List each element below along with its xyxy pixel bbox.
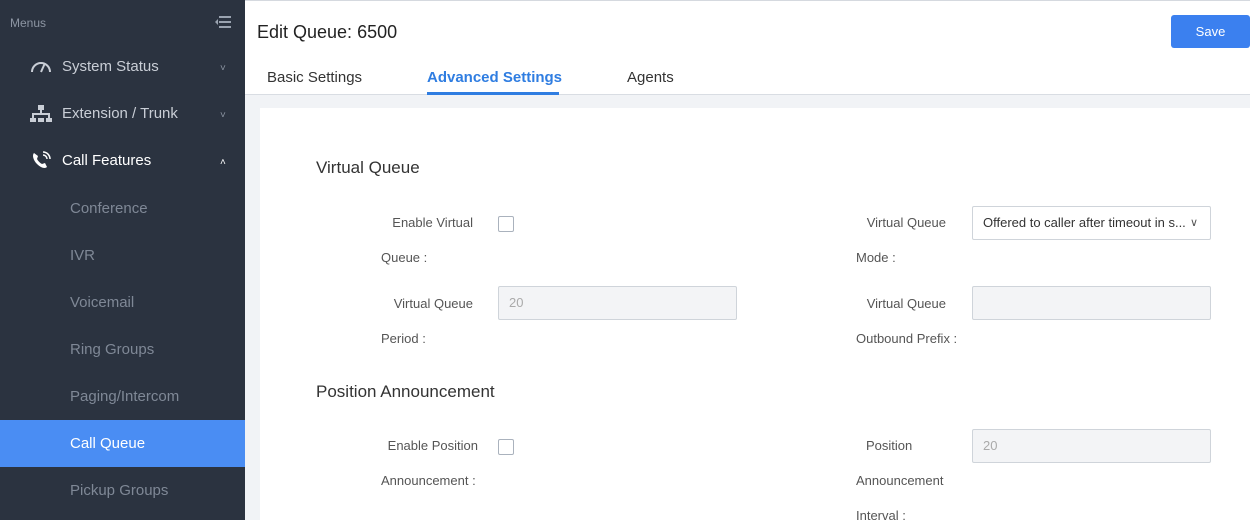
section-title-virtual-queue: Virtual Queue: [316, 158, 420, 177]
chevron-up-icon: ˄: [220, 157, 226, 168]
virtual-queue-mode-select[interactable]: Offered to caller after timeout in s... …: [972, 206, 1211, 240]
enable-virtual-queue-label: Enable Virtual: [392, 215, 473, 230]
enable-position-label-cont: Announcement :: [381, 473, 476, 488]
virtual-queue-period-input[interactable]: 20: [498, 286, 737, 320]
sidebar: Menus System Status ˅ Extension / Trunk …: [0, 0, 245, 520]
virtual-queue-period-label: Virtual Queue: [393, 296, 473, 311]
sidebar-subitem-conference[interactable]: Conference: [0, 185, 245, 232]
virtual-queue-prefix-label-cont: Outbound Prefix :: [856, 331, 958, 346]
sidebar-subitem-call-queue[interactable]: Call Queue: [0, 420, 245, 467]
tab-basic-settings[interactable]: Basic Settings: [267, 69, 362, 86]
section-title-position-announcement: Position Announcement: [316, 382, 495, 401]
sidebar-item-system-status[interactable]: System Status ˅: [0, 43, 245, 89]
sidebar-header: Menus: [0, 0, 245, 40]
sidebar-item-label: Call Features: [62, 152, 152, 169]
active-tab-indicator: [427, 92, 559, 95]
sidebar-subitem-label: Ring Groups: [70, 341, 155, 358]
virtual-queue-prefix-label: Virtual Queue: [866, 296, 946, 311]
app: Menus System Status ˅ Extension / Trunk …: [0, 0, 1250, 520]
sidebar-subitem-pickup-groups[interactable]: Pickup Groups: [0, 467, 245, 514]
virtual-queue-prefix-input[interactable]: [972, 286, 1211, 320]
position-interval-input[interactable]: 20: [972, 429, 1211, 463]
sidebar-subitem-voicemail[interactable]: Voicemail: [0, 279, 245, 326]
page-title: Edit Queue: 6500: [257, 22, 398, 42]
gauge-icon: [31, 62, 51, 73]
sidebar-item-label: System Status: [62, 58, 159, 75]
sidebar-subitem-label: Pickup Groups: [70, 482, 169, 499]
sidebar-subitem-label: Voicemail: [70, 294, 135, 311]
virtual-queue-mode-label-cont: Mode :: [856, 250, 896, 265]
sidebar-subitem-label: Conference: [70, 200, 148, 217]
sidebar-subitem-label: IVR: [70, 247, 96, 264]
save-button[interactable]: Save: [1171, 15, 1250, 48]
chevron-down-icon: ˅: [220, 110, 226, 121]
virtual-queue-mode-value: Offered to caller after timeout in s...: [983, 215, 1186, 230]
sidebar-subitem-paging-intercom[interactable]: Paging/Intercom: [0, 373, 245, 420]
tab-agents[interactable]: Agents: [627, 69, 674, 86]
sidebar-subitem-label: Call Queue: [70, 435, 146, 452]
network-icon: [30, 105, 52, 122]
tab-advanced-settings[interactable]: Advanced Settings: [427, 69, 562, 86]
position-interval-label: Position: [866, 438, 913, 453]
sidebar-item-call-features[interactable]: Call Features ˄: [0, 137, 245, 183]
enable-virtual-queue-label-cont: Queue :: [381, 250, 428, 265]
chevron-down-icon: ˅: [220, 63, 226, 74]
position-interval-label-cont2: Interval :: [856, 508, 906, 520]
enable-position-label: Enable Position: [387, 438, 478, 453]
virtual-queue-period-label-cont: Period :: [381, 331, 426, 346]
sidebar-item-extension-trunk[interactable]: Extension / Trunk ˅: [0, 90, 245, 136]
sidebar-subitem-ivr[interactable]: IVR: [0, 232, 245, 279]
enable-position-checkbox[interactable]: [498, 439, 514, 455]
settings-panel: Virtual Queue Enable Virtual Queue : Vir…: [260, 108, 1250, 520]
phone-icon: [33, 151, 51, 168]
tab-bar: Basic Settings Advanced Settings Agents: [245, 61, 1250, 95]
virtual-queue-mode-label: Virtual Queue: [866, 215, 946, 230]
sidebar-subitem-label: Paging/Intercom: [70, 388, 180, 405]
sidebar-subitem-ring-groups[interactable]: Ring Groups: [0, 326, 245, 373]
collapse-menu-icon[interactable]: [215, 15, 231, 29]
chevron-down-icon: ∨: [1189, 217, 1198, 229]
topbar: Edit Queue: 6500 Save Basic Settings Adv…: [245, 0, 1250, 95]
main-content: Edit Queue: 6500 Save Basic Settings Adv…: [245, 0, 1250, 520]
sidebar-item-label: Extension / Trunk: [62, 105, 178, 122]
position-interval-label-cont: Announcement: [856, 473, 944, 488]
sidebar-header-label: Menus: [10, 16, 47, 30]
enable-virtual-queue-checkbox[interactable]: [498, 216, 514, 232]
